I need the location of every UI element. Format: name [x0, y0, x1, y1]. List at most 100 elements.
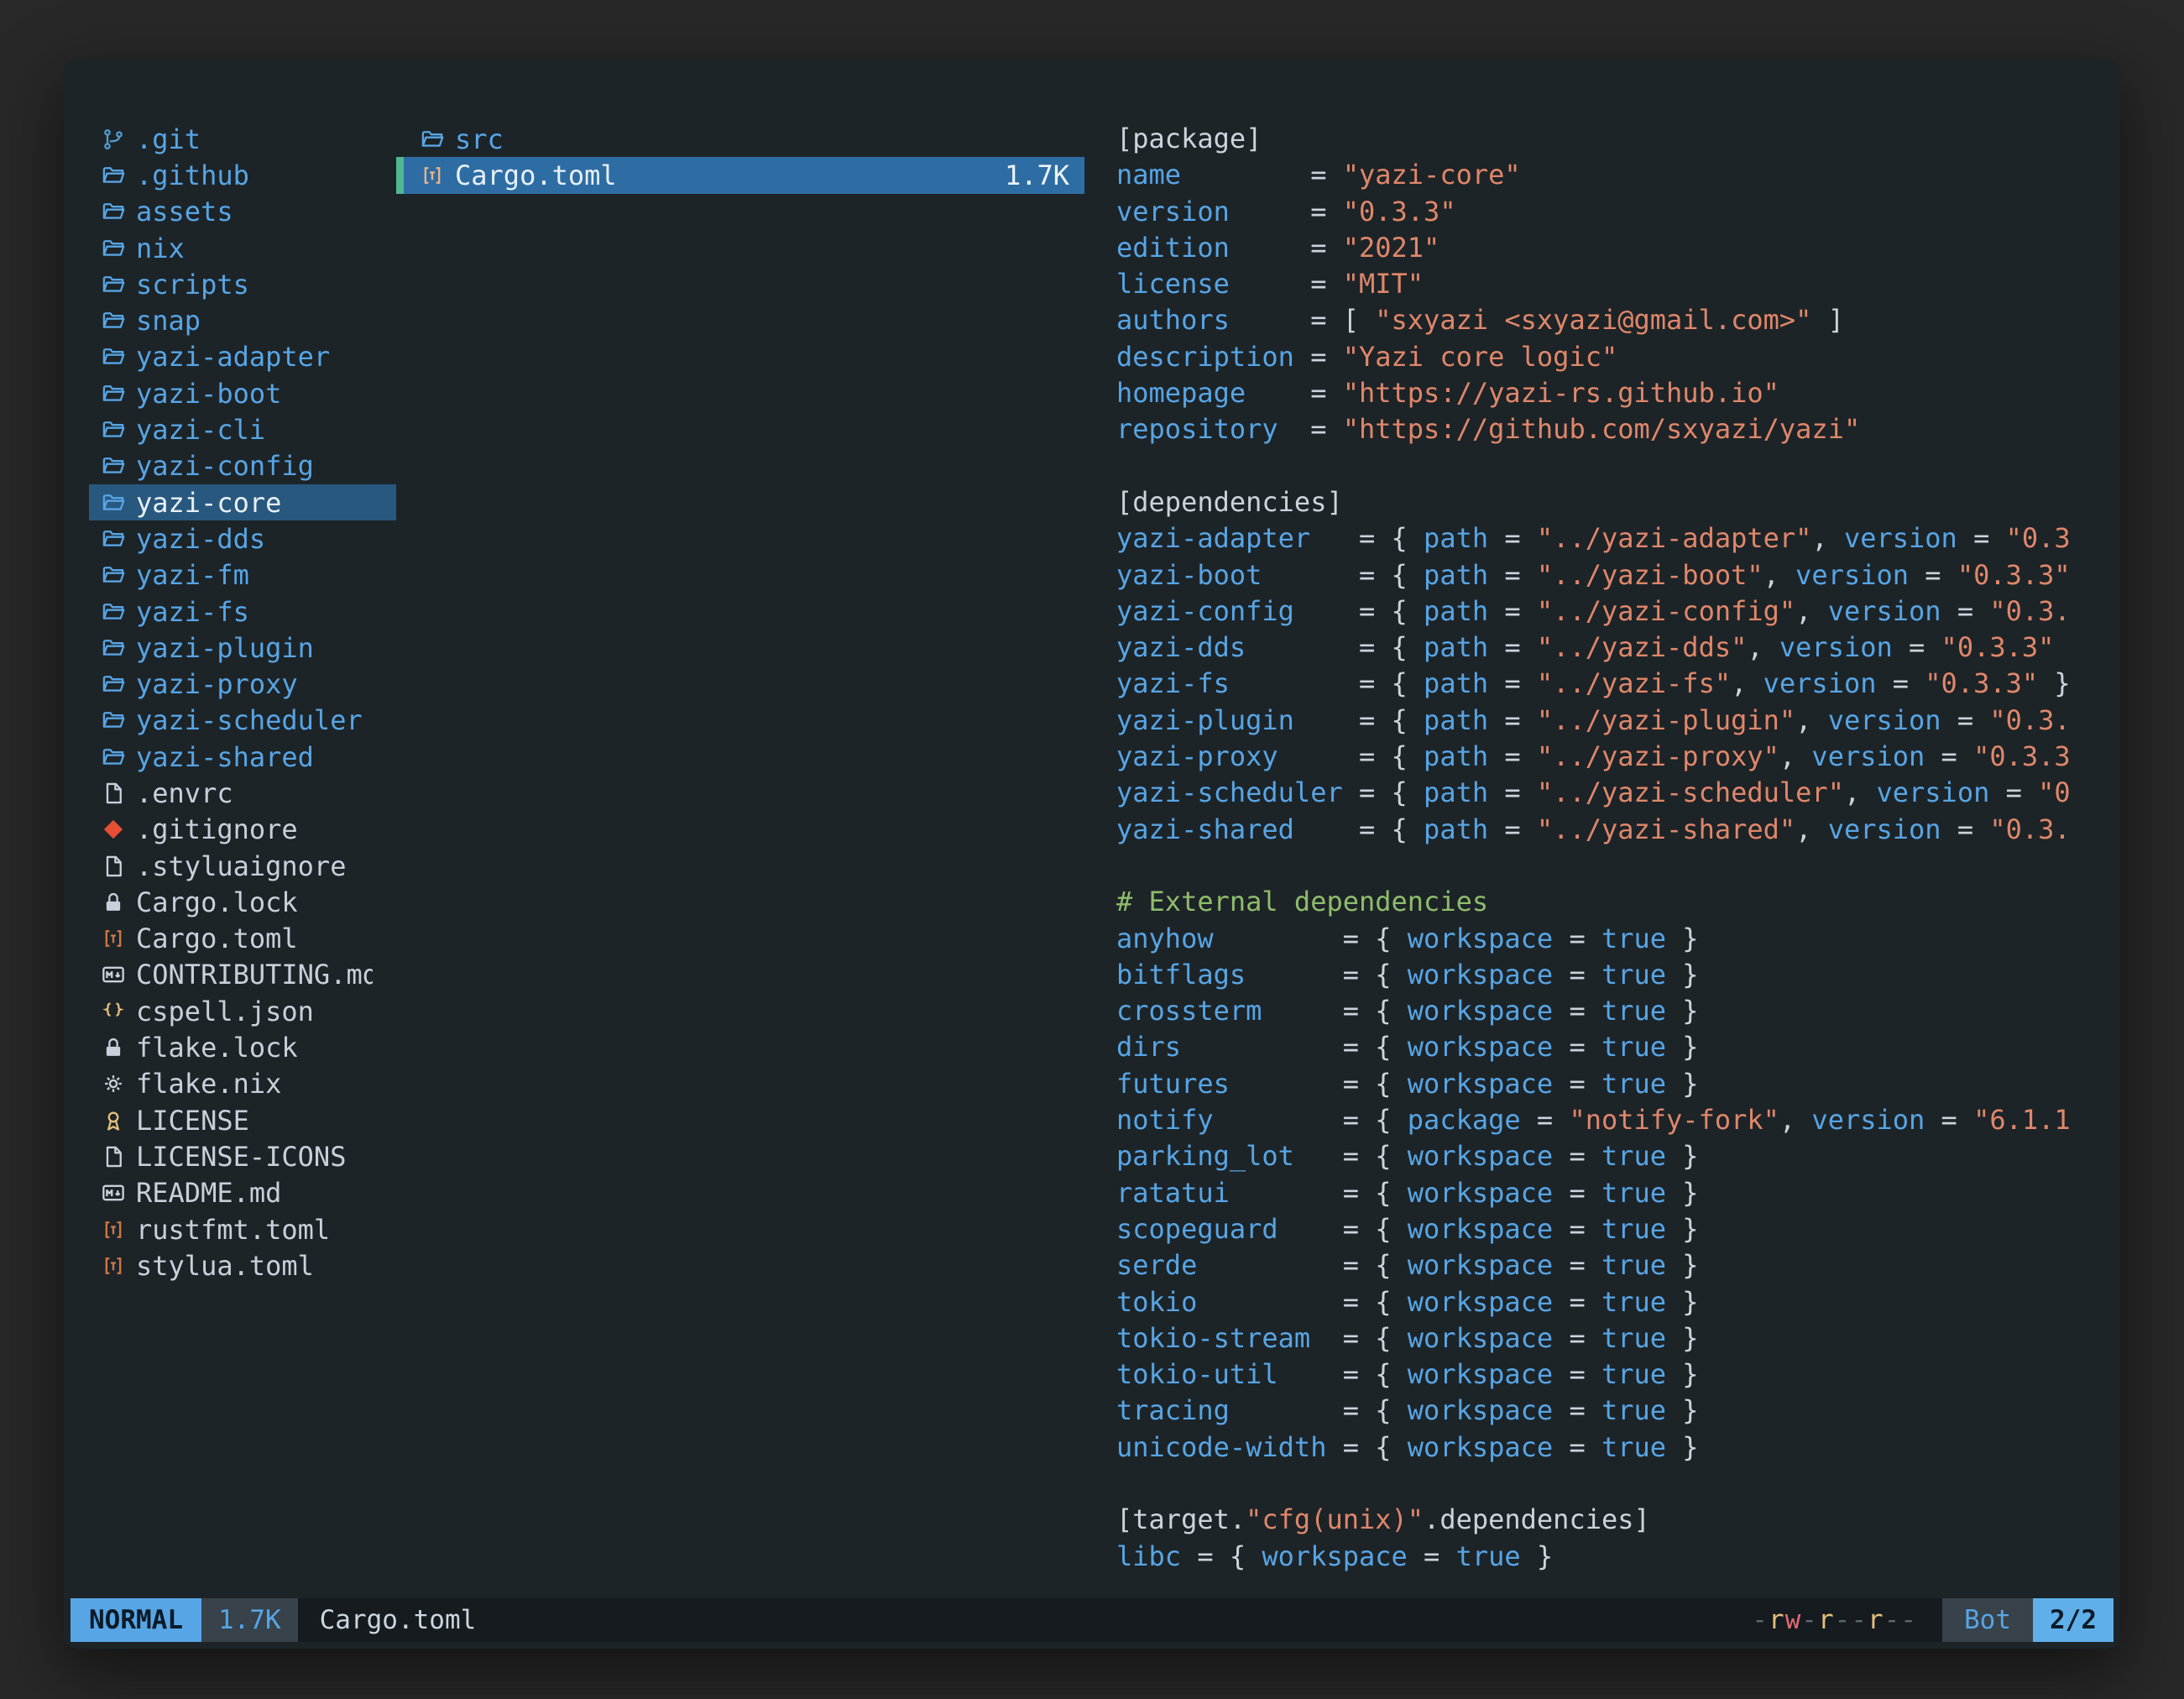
file-row[interactable]: yazi-adapter: [89, 339, 396, 375]
file-row[interactable]: yazi-dds: [89, 520, 396, 557]
preview-line: anyhow = { workspace = true }: [1116, 921, 2108, 957]
preview-line: [target."cfg(unix)".dependencies]: [1116, 1502, 2108, 1538]
folder-icon: [101, 272, 126, 297]
file-row[interactable]: CONTRIBUTING.md: [89, 957, 396, 993]
preview-pane[interactable]: [package]name = "yazi-core"version = "0.…: [1116, 121, 2108, 1575]
file-row[interactable]: rustfmt.toml: [89, 1211, 396, 1247]
file-name: yazi-scheduler: [136, 704, 363, 736]
preview-line: scopeguard = { workspace = true }: [1116, 1211, 2108, 1247]
markdown-icon: [101, 962, 126, 987]
file-name: .git: [136, 123, 201, 155]
file-name: assets: [136, 196, 233, 227]
file-row[interactable]: yazi-fm: [89, 557, 396, 593]
file-name: yazi-config: [136, 450, 314, 482]
file-row[interactable]: yazi-cli: [89, 411, 396, 447]
file-icon: [101, 1144, 126, 1169]
folder-icon: [101, 344, 126, 369]
file-row[interactable]: yazi-boot: [89, 375, 396, 411]
file-row[interactable]: src: [396, 121, 1084, 157]
preview-line: # External dependencies: [1116, 884, 2108, 920]
preview-line: parking_lot = { workspace = true }: [1116, 1138, 2108, 1174]
file-name: README.md: [136, 1177, 281, 1209]
folder-icon: [101, 672, 126, 697]
file-name: yazi-dds: [136, 523, 265, 555]
preview-line: crossterm = { workspace = true }: [1116, 993, 2108, 1029]
status-right-cluster: -rw-r--r-- Bot 2/2: [1752, 1598, 2113, 1642]
folder-icon: [101, 708, 126, 733]
preview-line: dirs = { workspace = true }: [1116, 1029, 2108, 1065]
preview-line: tokio = { workspace = true }: [1116, 1284, 2108, 1320]
file-row[interactable]: .gitignore: [89, 812, 396, 848]
status-bar: NORMAL 1.7K Cargo.toml -rw-r--r-- Bot 2/…: [71, 1598, 2113, 1642]
license-icon: [101, 1108, 126, 1133]
file-row[interactable]: Cargo.toml 1.7K: [396, 157, 1084, 193]
file-row[interactable]: yazi-plugin: [89, 630, 396, 666]
preview-line: yazi-plugin = { path = "../yazi-plugin",…: [1116, 703, 2108, 739]
preview-line: yazi-boot = { path = "../yazi-boot", ver…: [1116, 557, 2108, 593]
file-row[interactable]: README.md: [89, 1175, 396, 1211]
preview-line: repository = "https://github.com/sxyazi/…: [1116, 411, 2108, 447]
folder-icon: [101, 163, 126, 188]
preview-line: notify = { package = "notify-fork", vers…: [1116, 1102, 2108, 1138]
preview-line: tokio-util = { workspace = true }: [1116, 1357, 2108, 1393]
gear-icon: [101, 1071, 126, 1096]
file-name: src: [455, 123, 504, 155]
file-name: .github: [136, 159, 249, 191]
file-row[interactable]: Cargo.toml: [89, 921, 396, 957]
scroll-position-label: Bot: [1942, 1598, 2033, 1642]
file-name: yazi-adapter: [136, 341, 330, 373]
file-row[interactable]: yazi-shared: [89, 739, 396, 775]
file-name: CONTRIBUTING.md: [136, 959, 373, 991]
file-row[interactable]: LICENSE-ICONS: [89, 1138, 396, 1174]
preview-line: [dependencies]: [1116, 484, 2108, 520]
folder-icon: [101, 417, 126, 442]
current-directory-pane[interactable]: src Cargo.toml 1.7K: [396, 121, 1084, 1575]
file-row[interactable]: LICENSE: [89, 1102, 396, 1138]
folder-icon: [420, 127, 445, 152]
file-row[interactable]: nix: [89, 230, 396, 266]
json-icon: [101, 999, 126, 1024]
file-name: yazi-boot: [136, 378, 281, 410]
file-name: scripts: [136, 269, 249, 301]
status-filename: Cargo.toml: [320, 1605, 477, 1635]
file-row[interactable]: .github: [89, 157, 396, 193]
file-row[interactable]: .git: [89, 121, 396, 157]
file-name: yazi-proxy: [136, 668, 298, 700]
markdown-icon: [101, 1180, 126, 1205]
file-name: Cargo.toml: [455, 159, 617, 191]
cursor-position: 2/2: [2033, 1598, 2113, 1642]
file-row[interactable]: snap: [89, 302, 396, 338]
file-name: flake.lock: [136, 1032, 298, 1064]
file-row[interactable]: cspell.json: [89, 993, 396, 1029]
file-name: Cargo.lock: [136, 886, 298, 918]
preview-line: yazi-config = { path = "../yazi-config",…: [1116, 593, 2108, 630]
permissions: -rw-r--r--: [1752, 1605, 1917, 1635]
file-row[interactable]: scripts: [89, 266, 396, 302]
preview-line: edition = "2021": [1116, 230, 2108, 266]
file-row[interactable]: flake.nix: [89, 1066, 396, 1102]
file-row[interactable]: .envrc: [89, 775, 396, 811]
folder-icon: [101, 635, 126, 661]
file-name: yazi-cli: [136, 414, 265, 446]
preview-line: tracing = { workspace = true }: [1116, 1393, 2108, 1429]
file-row[interactable]: .styluaignore: [89, 848, 396, 884]
parent-directory-pane[interactable]: .git .github assets nix scripts: [89, 121, 396, 1575]
file-name: yazi-core: [136, 487, 281, 519]
file-row[interactable]: stylua.toml: [89, 1247, 396, 1283]
preview-line: name = "yazi-core": [1116, 157, 2108, 193]
preview-line: yazi-adapter = { path = "../yazi-adapter…: [1116, 520, 2108, 557]
file-row[interactable]: flake.lock: [89, 1029, 396, 1065]
file-row[interactable]: assets: [89, 194, 396, 230]
preview-line: version = "0.3.3": [1116, 194, 2108, 230]
file-row[interactable]: yazi-config: [89, 448, 396, 484]
file-row[interactable]: yazi-proxy: [89, 666, 396, 702]
file-row[interactable]: yazi-scheduler: [89, 703, 396, 739]
folder-icon: [101, 199, 126, 224]
file-row[interactable]: yazi-fs: [89, 593, 396, 630]
file-name: yazi-plugin: [136, 632, 314, 664]
file-row[interactable]: Cargo.lock: [89, 884, 396, 920]
file-name: nix: [136, 233, 185, 264]
file-name: LICENSE-ICONS: [136, 1141, 346, 1173]
file-name: yazi-fm: [136, 559, 249, 591]
file-row[interactable]: yazi-core: [89, 484, 396, 520]
